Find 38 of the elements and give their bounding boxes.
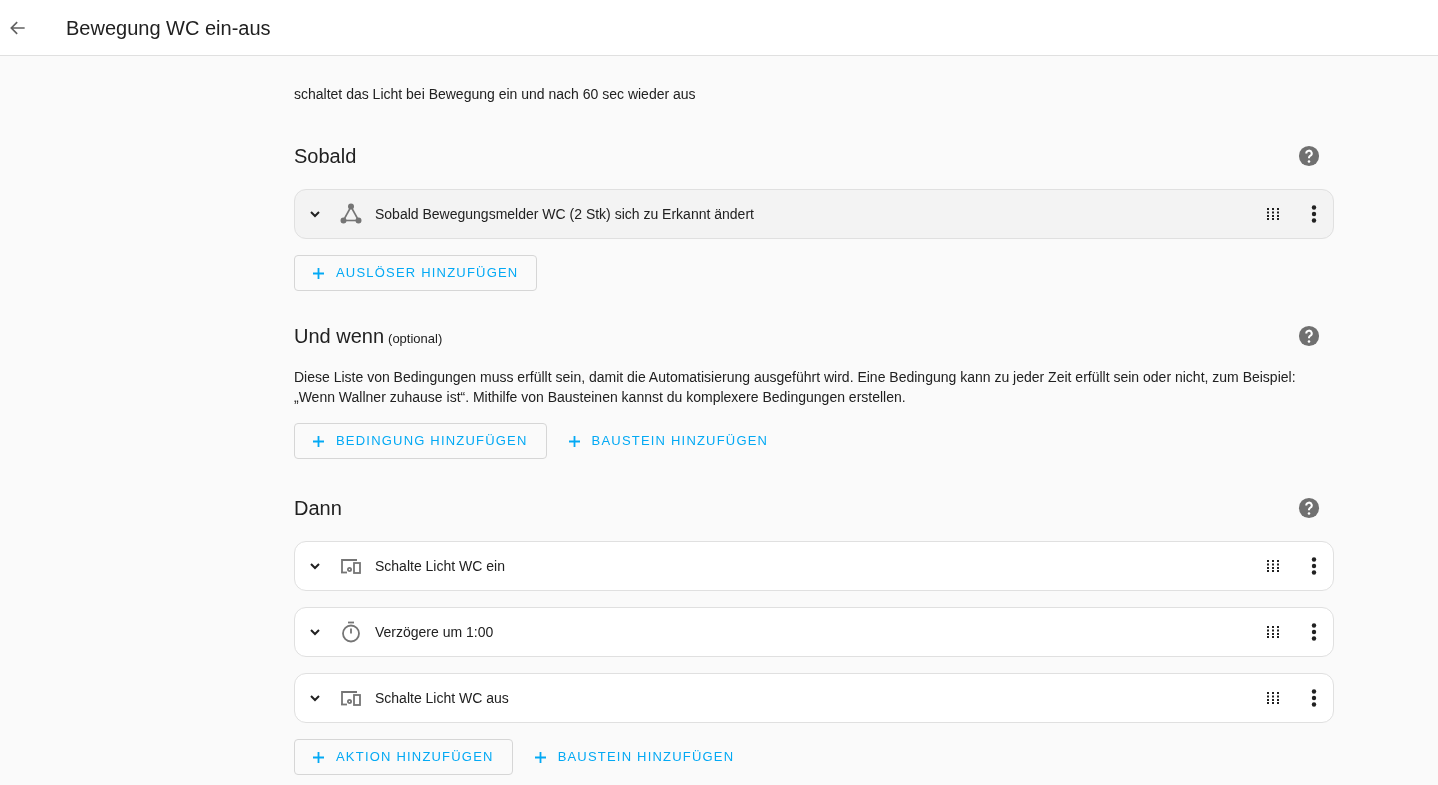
card-title: Sobald Bewegungsmelder WC (2 Stk) sich zu Erkannt ändert: [375, 204, 754, 224]
plus-icon: [313, 267, 324, 279]
drag-handle-icon[interactable]: [1267, 560, 1279, 572]
automation-description: schaltet das Licht bei Bewegung ein und nach 60 sec wieder aus: [294, 85, 697, 104]
automation-card[interactable]: Verzögere um 1:00: [294, 607, 1334, 657]
plus-icon: [313, 751, 324, 763]
plus-icon: [534, 751, 546, 763]
more-vertical-icon[interactable]: [1311, 557, 1317, 575]
add-button[interactable]: BAUSTEIN HINZUFÜGEN: [550, 423, 787, 459]
help-icon[interactable]: [1298, 497, 1320, 519]
drag-handle-icon[interactable]: [1267, 692, 1279, 704]
timer-icon: [339, 620, 363, 644]
section-title: Dann: [294, 496, 342, 521]
automation-card[interactable]: Schalte Licht WC aus: [294, 673, 1334, 723]
section-title: Und wenn: [294, 324, 385, 349]
add-button[interactable]: AKTION HINZUFÜGEN: [294, 739, 513, 775]
card-title: Verzögere um 1:00: [375, 622, 494, 642]
card-title: Schalte Licht WC ein: [375, 556, 505, 576]
section-description: Diese Liste von Bedingungen muss erfüllt sein, damit die Automatisierung ausgeführt wird. Eine Bedingung kann zu jeder Zeit erfüllt sein oder nicht, zum Beispiel: „Wenn Wallner zuhause ist“. Mithilfe von Bausteinen kannst du komplexere Bedingungen erstellen.: [294, 368, 1297, 407]
more-vertical-icon[interactable]: [1311, 689, 1317, 707]
plus-icon: [568, 435, 580, 447]
automation-card[interactable]: Sobald Bewegungsmelder WC (2 Stk) sich zu Erkannt ändert: [294, 189, 1334, 239]
help-icon[interactable]: [1298, 325, 1320, 347]
drag-handle-icon[interactable]: [1267, 208, 1279, 220]
section-subtitle: (optional): [388, 330, 443, 348]
add-button[interactable]: BEDINGUNG HINZUFÜGEN: [294, 423, 547, 459]
automation-card[interactable]: Schalte Licht WC ein: [294, 541, 1334, 591]
card-title: Schalte Licht WC aus: [375, 688, 509, 708]
help-icon[interactable]: [1298, 145, 1320, 167]
more-vertical-icon[interactable]: [1311, 623, 1317, 641]
add-button[interactable]: BAUSTEIN HINZUFÜGEN: [516, 739, 753, 775]
drag-handle-icon[interactable]: [1267, 626, 1279, 638]
network-nodes-icon: [339, 202, 363, 226]
plus-icon: [313, 435, 324, 447]
page-title: Bewegung WC ein-aus: [66, 15, 271, 41]
section-title: Sobald: [294, 144, 357, 169]
more-vertical-icon[interactable]: [1311, 205, 1317, 223]
add-button[interactable]: AUSLÖSER HINZUFÜGEN: [294, 255, 538, 291]
